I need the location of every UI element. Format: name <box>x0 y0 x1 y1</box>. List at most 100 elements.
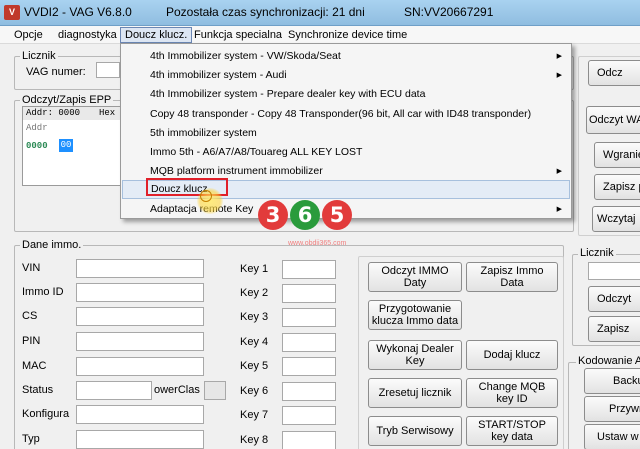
key7-label: Key 7 <box>240 409 269 421</box>
licznik-legend: Licznik <box>20 50 58 62</box>
menu-item-label: 5th immobilizer system <box>150 127 257 139</box>
start-stop-key-button[interactable]: START/STOP key data <box>466 416 558 446</box>
watermark-digit: 3 <box>258 200 288 230</box>
app-icon: V <box>4 5 20 20</box>
epp-grid-header: Addr: 0000 Hex <box>23 107 121 120</box>
menu-item-4th-immo-vw[interactable]: 4th Immobilizer system - VW/Skoda/Seat ▶ <box>122 47 570 66</box>
key6-field[interactable] <box>282 382 336 401</box>
key8-field[interactable] <box>282 431 336 449</box>
add-key-button[interactable]: Dodaj klucz <box>466 340 558 370</box>
menu-funkcja-specialna[interactable]: Funkcja specialna <box>190 27 286 43</box>
watermark-digit: 5 <box>322 200 352 230</box>
pin-field[interactable] <box>76 332 204 351</box>
mac-label: MAC <box>22 360 47 372</box>
epp-hex-grid[interactable]: Addr: 0000 Hex Addr 0000 00 <box>22 106 122 186</box>
watermark-digit: 6 <box>290 200 320 230</box>
zapisz-button[interactable]: Zapisz <box>588 316 640 342</box>
sync-status: Pozostała czas synchronizacji: 21 dni <box>166 5 365 19</box>
watermark-url: www.obdii365.com <box>288 240 347 247</box>
menu-item-label: Immo 5th - A6/A7/A8/Touareg ALL KEY LOST <box>150 146 363 158</box>
konfigura-label: Konfigura <box>22 408 70 420</box>
menu-item-4th-immo-dealer-key[interactable]: 4th Immobilizer system - Prepare dealer … <box>122 85 570 104</box>
ustaw-button[interactable]: Ustaw w <box>584 424 640 449</box>
title-bar: V VVDI2 - VAG V6.8.0 Pozostała czas sync… <box>0 0 640 26</box>
pin-label: PIN <box>22 335 41 347</box>
key1-field[interactable] <box>282 260 336 279</box>
vin-label: VIN <box>22 262 41 274</box>
cursor-icon <box>200 190 212 202</box>
backup-button[interactable]: Backu <box>584 368 640 394</box>
mac-field[interactable] <box>76 357 204 376</box>
service-mode-button[interactable]: Tryb Serwisowy <box>368 416 462 446</box>
odcz-button[interactable]: Odcz <box>588 60 640 86</box>
key2-label: Key 2 <box>240 287 269 299</box>
konfigura-field[interactable] <box>76 405 204 424</box>
menu-item-copy-48[interactable]: Copy 48 transponder - Copy 48 Transponde… <box>122 105 570 124</box>
cs-field[interactable] <box>76 307 204 326</box>
prepare-key-button[interactable]: Przygotowanie klucza Immo data <box>368 300 462 330</box>
dealer-key-button[interactable]: Wykonaj Dealer Key <box>368 340 462 370</box>
epp-legend: Odczyt/Zapis EPP <box>20 94 114 106</box>
read-immo-button[interactable]: Odczyt IMMO Daty <box>368 262 462 292</box>
key4-field[interactable] <box>282 333 336 352</box>
key3-label: Key 3 <box>240 311 269 323</box>
menu-item-label: Copy 48 transponder - Copy 48 Transponde… <box>150 108 532 120</box>
typ-label: Typ <box>22 433 40 445</box>
epp-addr-readout: Addr: 0000 <box>26 108 81 118</box>
epp-col-header: Addr <box>26 123 48 133</box>
key2-field[interactable] <box>282 284 336 303</box>
key3-field[interactable] <box>282 308 336 327</box>
menu-doucz-klucz[interactable]: Doucz klucz. <box>120 27 193 43</box>
vag-number-label: VAG numer: <box>26 66 86 78</box>
kodowanie-legend: Kodowanie A <box>576 355 640 367</box>
menu-item-5th-immo[interactable]: 5th immobilizer system <box>122 124 570 143</box>
typ-field[interactable] <box>76 430 204 449</box>
immo-legend: Dane immo. <box>20 239 84 251</box>
key5-label: Key 5 <box>240 360 269 372</box>
menu-bar: Opcje diagnostyka Doucz klucz. Funkcja s… <box>0 26 640 44</box>
menu-opcje[interactable]: Opcje <box>10 27 47 43</box>
powerclass-label: owerClas <box>154 384 200 396</box>
status-field[interactable] <box>76 381 152 400</box>
powerclass-field[interactable] <box>204 381 226 400</box>
status-label: Status <box>22 384 54 396</box>
zapisz-p-button[interactable]: Zapisz p <box>594 174 640 200</box>
right-licznik-field[interactable] <box>588 262 640 280</box>
right-licznik-legend: Licznik <box>578 247 616 259</box>
menu-item-label: 4th Immobilizer system - VW/Skoda/Seat <box>150 50 341 62</box>
reset-counter-button[interactable]: Zresetuj licznik <box>368 378 462 408</box>
key8-label: Key 8 <box>240 434 269 446</box>
wgranie-button[interactable]: Wgranie <box>594 142 640 168</box>
menu-synchronize[interactable]: Synchronize device time <box>284 27 411 43</box>
przywr-button[interactable]: Przywr <box>584 396 640 422</box>
submenu-arrow-icon: ▶ <box>556 206 562 213</box>
immo-id-field[interactable] <box>76 283 204 302</box>
epp-row-addr: 0000 <box>26 141 48 151</box>
menu-diagnostyka[interactable]: diagnostyka <box>54 27 121 43</box>
vvdi2-window: V VVDI2 - VAG V6.8.0 Pozostała czas sync… <box>0 0 640 449</box>
epp-hex-label: Hex <box>99 108 116 118</box>
vin-field[interactable] <box>76 259 204 278</box>
wczytaj-button[interactable]: Wczytaj <box>592 206 640 232</box>
submenu-arrow-icon: ▶ <box>556 168 562 175</box>
key6-label: Key 6 <box>240 385 269 397</box>
cs-label: CS <box>22 310 38 322</box>
key1-label: Key 1 <box>240 263 269 275</box>
app-title: VVDI2 - VAG V6.8.0 <box>24 5 132 19</box>
menu-item-4th-immo-audi[interactable]: 4th immobilizer system - Audi ▶ <box>122 66 570 85</box>
key5-field[interactable] <box>282 357 336 376</box>
epp-selected-cell[interactable]: 00 <box>59 139 73 152</box>
key7-field[interactable] <box>282 406 336 425</box>
submenu-arrow-icon: ▶ <box>556 53 562 60</box>
serial-number: SN:VV20667291 <box>404 5 494 19</box>
menu-item-label: 4th immobilizer system - Audi <box>150 69 287 81</box>
submenu-arrow-icon: ▶ <box>556 72 562 79</box>
menu-item-label: 4th Immobilizer system - Prepare dealer … <box>150 88 426 100</box>
read-wagon-button[interactable]: Odczyt WA <box>586 106 640 134</box>
menu-item-immo-5th-akl[interactable]: Immo 5th - A6/A7/A8/Touareg ALL KEY LOST <box>122 143 570 162</box>
odczyt-button[interactable]: Odczyt <box>588 286 640 312</box>
save-immo-button[interactable]: Zapisz Immo Data <box>466 262 558 292</box>
immo-id-label: Immo ID <box>22 286 64 298</box>
vag-number-field[interactable] <box>96 62 120 78</box>
change-mqb-key-button[interactable]: Change MQB key ID <box>466 378 558 408</box>
